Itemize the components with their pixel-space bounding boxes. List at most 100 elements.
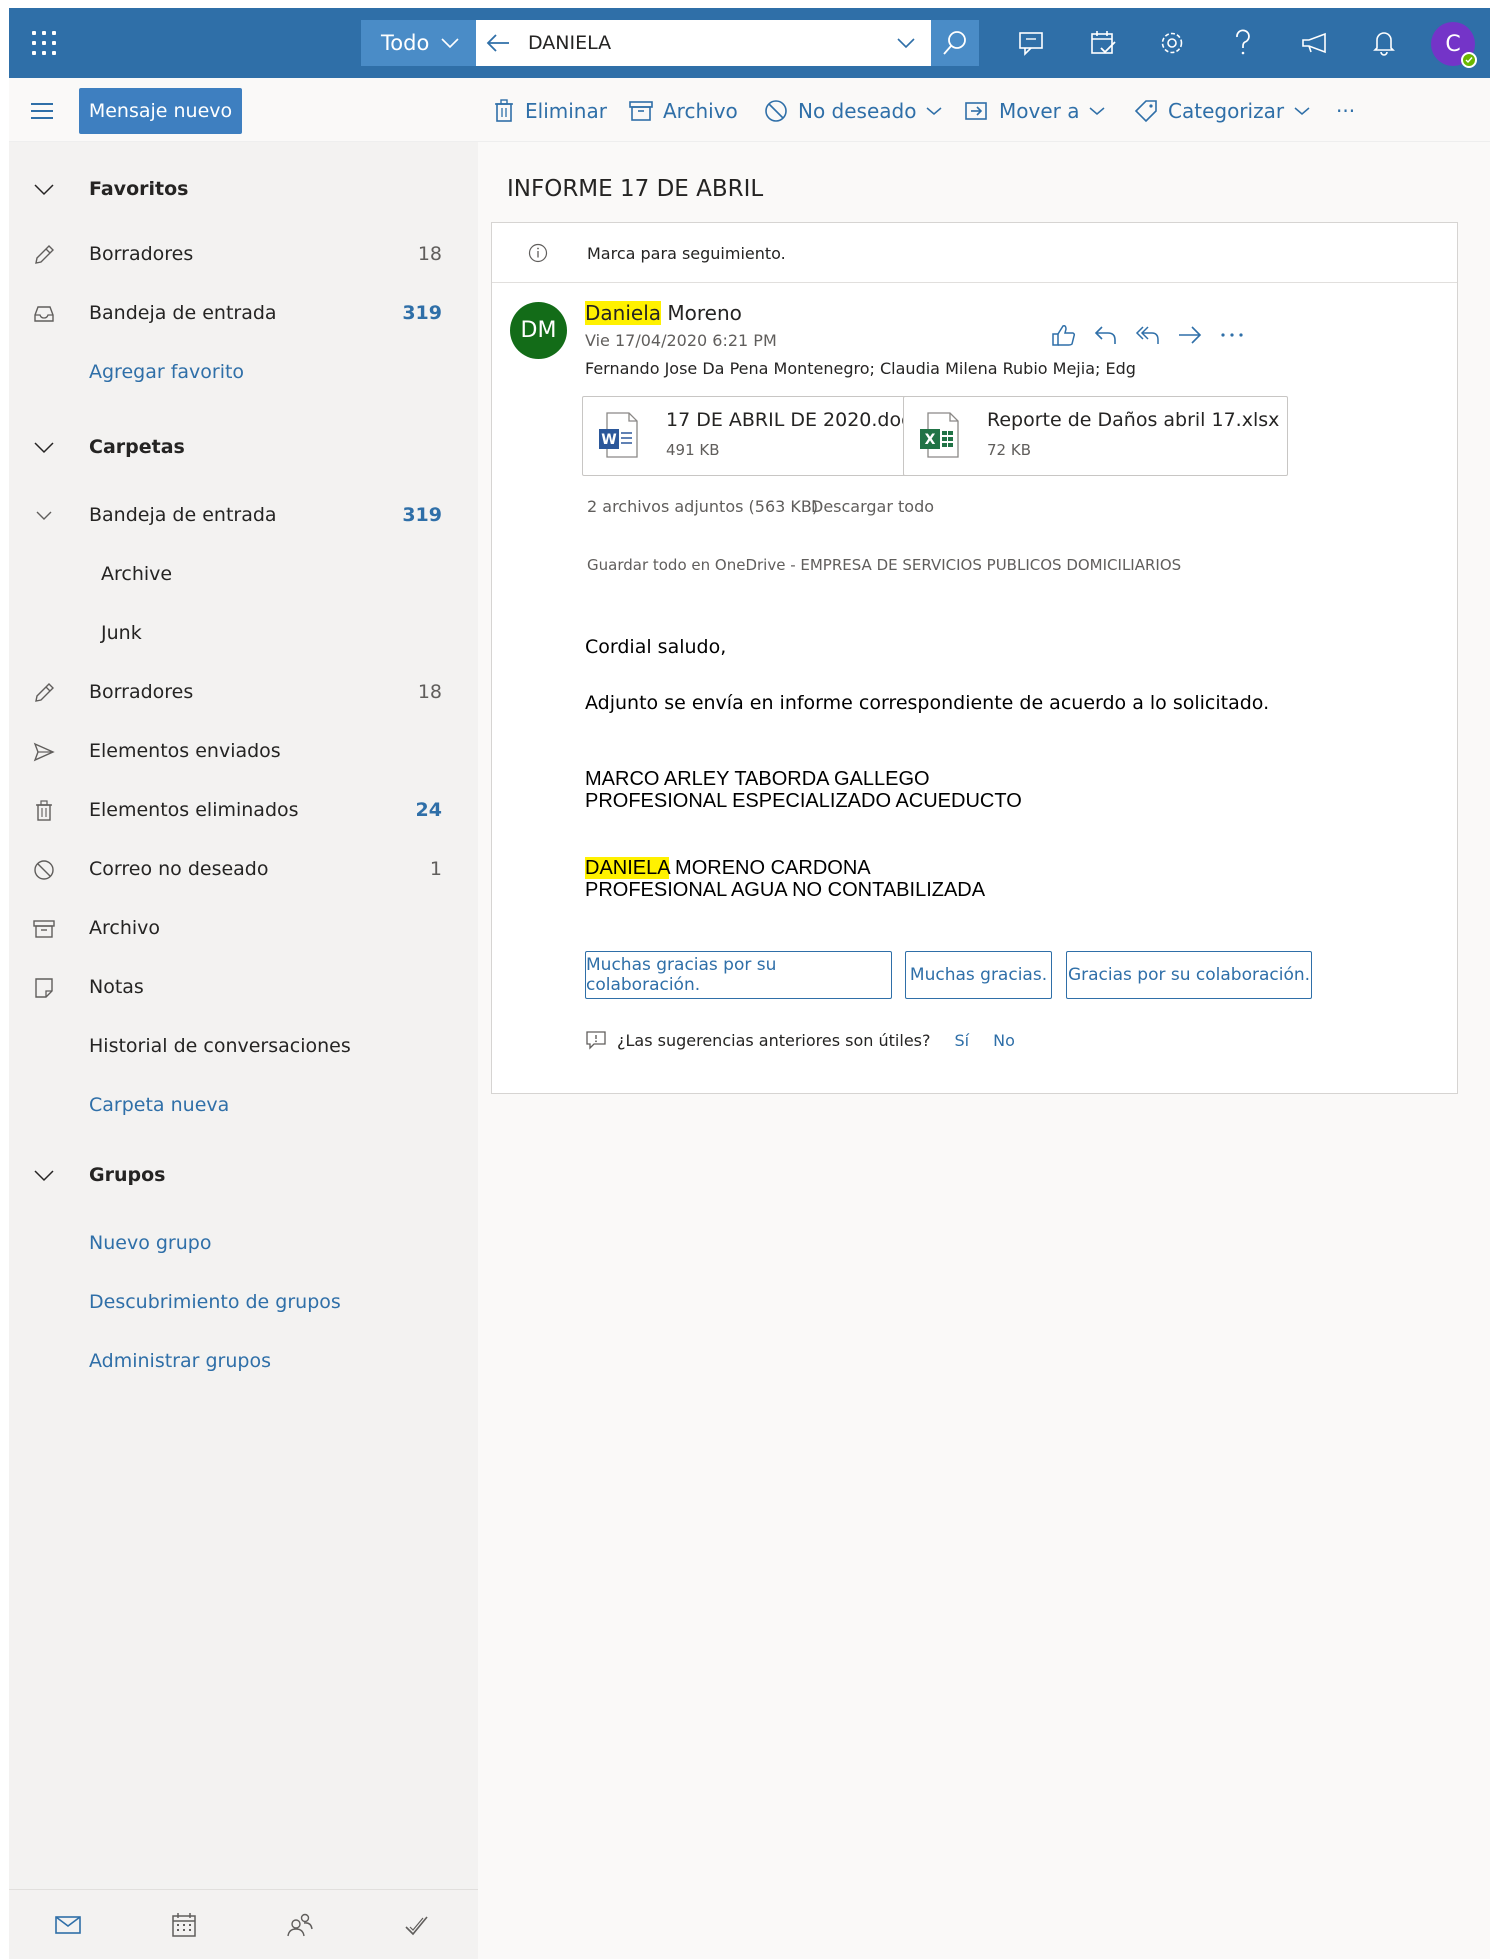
like-icon[interactable] [1048, 319, 1080, 351]
mail-icon[interactable] [53, 1910, 83, 1940]
sender-name[interactable]: Daniela Moreno [585, 301, 742, 325]
forward-icon[interactable] [1174, 319, 1206, 351]
groups-header-label: Grupos [89, 1164, 166, 1186]
save-to-onedrive-link[interactable]: Guardar todo en OneDrive - EMPRESA DE SE… [587, 556, 1181, 574]
folder-item-junk-sub[interactable]: Junk [9, 610, 478, 656]
folder-item-archive[interactable]: Archivo [9, 905, 478, 951]
folder-pane: Favoritos Borradores 18 Bandeja de entra… [9, 142, 478, 1959]
junk-label: No deseado [798, 99, 917, 123]
signature-2-title: PROFESIONAL AGUA NO CONTABILIZADA [585, 879, 986, 901]
archive-label: Archivo [663, 99, 738, 123]
search-scope-label: Todo [381, 31, 430, 55]
flag-notice-bar: Marca para seguimiento. [492, 223, 1457, 283]
add-favorite-link[interactable]: Agregar favorito [9, 349, 478, 395]
more-actions-icon[interactable] [1216, 319, 1248, 351]
folders-header-label: Carpetas [89, 436, 185, 458]
add-favorite-label: Agregar favorito [89, 361, 245, 383]
inbox-tray-icon [31, 301, 57, 327]
reply-icon[interactable] [1090, 319, 1122, 351]
calendar-icon[interactable] [169, 1910, 199, 1940]
folder-item-notes[interactable]: Notas [9, 964, 478, 1010]
attachment-excel[interactable]: X Reporte de Daños abril 17.xlsx 72 KB [903, 396, 1288, 476]
top-bar: Todo C [9, 8, 1490, 78]
message-card: Marca para seguimiento. DM Daniela Moren… [491, 222, 1458, 1094]
chevron-down-icon[interactable] [31, 503, 57, 529]
signature-1-name: MARCO ARLEY TABORDA GALLEGO [585, 768, 930, 790]
tasks-check-icon[interactable] [401, 1910, 431, 1940]
folder-item-deleted[interactable]: Elementos eliminados 24 [9, 787, 478, 833]
folder-item-label: Archive [101, 563, 173, 585]
delete-button[interactable]: Eliminar [493, 96, 607, 126]
groups-header[interactable]: Grupos [9, 1152, 478, 1198]
teams-chat-icon[interactable] [1015, 26, 1049, 60]
new-group-link[interactable]: Nuevo grupo [9, 1220, 478, 1266]
sender-avatar[interactable]: DM [510, 302, 567, 359]
settings-gear-icon[interactable] [1155, 26, 1189, 60]
move-to-button[interactable]: Mover a [965, 96, 1105, 126]
feedback-yes-link[interactable]: Sí [954, 1031, 969, 1050]
manage-groups-link[interactable]: Administrar grupos [9, 1338, 478, 1384]
suggested-reply-button[interactable]: Muchas gracias por su colaboración. [585, 951, 892, 999]
app-launcher-icon[interactable] [31, 30, 57, 56]
trash-icon [31, 798, 57, 824]
svg-text:W: W [601, 432, 616, 448]
suggested-reply-button[interactable]: Muchas gracias. [905, 951, 1052, 999]
feedback-no-link[interactable]: No [993, 1031, 1015, 1050]
move-folder-icon [965, 102, 987, 120]
folder-item-archive-sub[interactable]: Archive [9, 551, 478, 597]
download-all-link[interactable]: Descargar todo [811, 497, 934, 516]
my-day-icon[interactable] [1086, 26, 1120, 60]
signature-2-last-name: MORENO CARDONA [669, 857, 871, 879]
info-icon [528, 243, 548, 263]
search-button[interactable] [931, 20, 979, 66]
hamburger-menu-icon[interactable] [29, 98, 55, 124]
folder-item-junk[interactable]: Correo no deseado 1 [9, 846, 478, 892]
back-arrow-icon[interactable] [476, 33, 520, 53]
notifications-bell-icon[interactable] [1367, 26, 1401, 60]
feedback-megaphone-icon[interactable] [1298, 26, 1332, 60]
folder-item-count: 24 [415, 799, 442, 821]
reply-all-icon[interactable] [1132, 319, 1164, 351]
folders-header[interactable]: Carpetas [9, 424, 478, 470]
folder-item-label: Bandeja de entrada [89, 504, 277, 526]
search-input[interactable] [520, 32, 860, 54]
favorite-item-label: Borradores [89, 243, 194, 265]
new-message-button[interactable]: Mensaje nuevo [79, 88, 242, 134]
categorize-button[interactable]: Categorizar [1134, 96, 1310, 126]
suggested-reply-button[interactable]: Gracias por su colaboración. [1066, 951, 1312, 999]
archive-button[interactable]: Archivo [629, 96, 738, 126]
people-icon[interactable] [285, 1910, 315, 1940]
favorite-item-inbox[interactable]: Bandeja de entrada 319 [9, 290, 478, 336]
new-folder-link[interactable]: Carpeta nueva [9, 1082, 478, 1128]
help-icon[interactable] [1226, 26, 1260, 60]
new-folder-label: Carpeta nueva [89, 1094, 230, 1116]
chevron-down-icon [926, 107, 942, 115]
favorites-header[interactable]: Favoritos [9, 166, 478, 212]
message-subject: INFORME 17 DE ABRIL [507, 176, 764, 202]
attachments-summary: 2 archivos adjuntos (563 KB) [587, 497, 819, 516]
folder-item-sent[interactable]: Elementos enviados [9, 728, 478, 774]
folder-item-label: Correo no deseado [89, 858, 269, 880]
favorite-item-drafts[interactable]: Borradores 18 [9, 231, 478, 277]
junk-button[interactable]: No deseado [764, 96, 942, 126]
search-scope-dropdown[interactable]: Todo [361, 20, 476, 66]
tag-icon [1134, 100, 1157, 123]
chevron-down-icon [441, 38, 459, 49]
folder-item-inbox[interactable]: Bandeja de entrada 319 [9, 492, 478, 538]
send-icon [31, 739, 57, 765]
sender-last-name: Moreno [661, 301, 742, 325]
new-message-label: Mensaje nuevo [88, 100, 233, 122]
favorite-item-count: 18 [417, 243, 442, 265]
folder-item-conversation-history[interactable]: Historial de conversaciones [9, 1023, 478, 1069]
recipients-line[interactable]: Fernando Jose Da Pena Montenegro; Claudi… [585, 359, 1135, 378]
user-avatar-initial: C [1445, 31, 1461, 57]
favorite-item-label: Bandeja de entrada [89, 302, 277, 324]
folder-item-drafts[interactable]: Borradores 18 [9, 669, 478, 715]
folder-item-label: Borradores [89, 681, 194, 703]
trash-icon [495, 99, 513, 122]
discover-groups-link[interactable]: Descubrimiento de grupos [9, 1279, 478, 1325]
search-history-chevron-icon[interactable] [897, 37, 915, 49]
word-file-icon: W [599, 412, 638, 458]
flag-notice-text: Marca para seguimiento. [587, 244, 786, 263]
more-commands-button[interactable]: ··· [1336, 96, 1355, 126]
